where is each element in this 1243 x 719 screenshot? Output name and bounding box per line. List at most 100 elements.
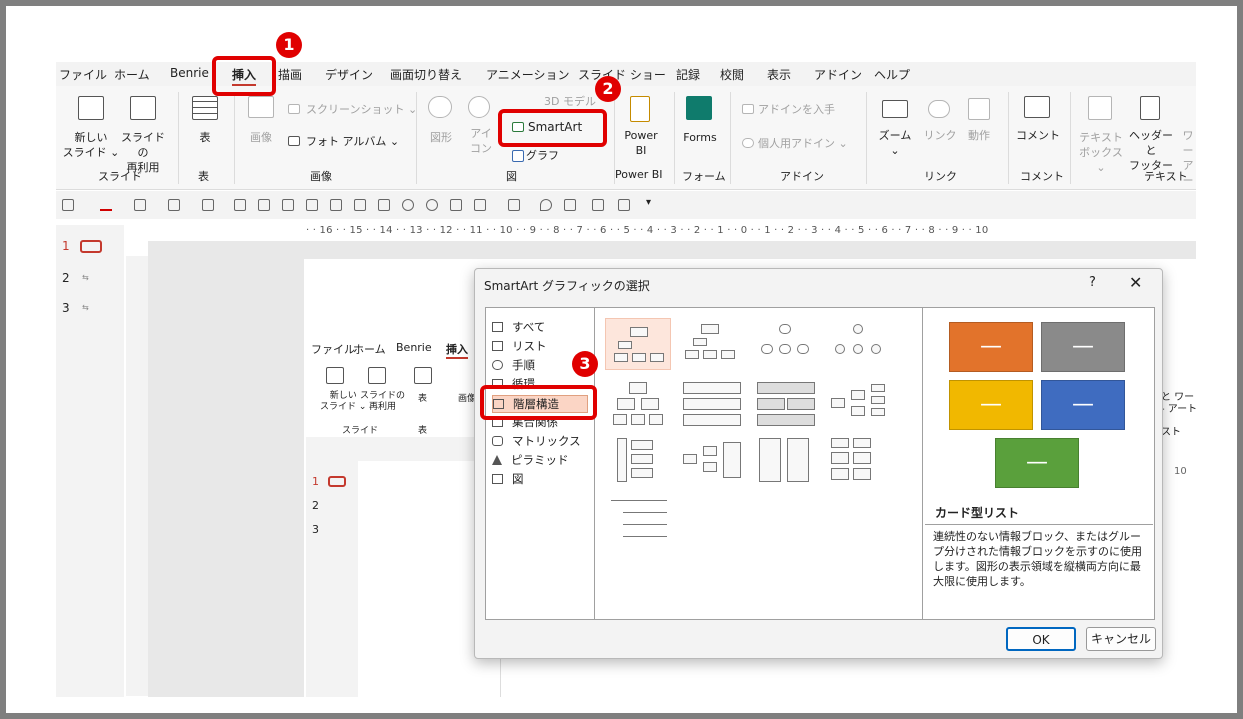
distribute-v-icon[interactable] (618, 199, 630, 211)
shape-button[interactable]: 図形 (428, 130, 454, 145)
drawing-toolbar: ▾ (56, 191, 1196, 219)
zoom-button[interactable]: ズーム ⌄ (876, 128, 914, 158)
shape-icon (428, 96, 452, 118)
nested-menu-file: ファイル (311, 343, 355, 356)
align-left-icon[interactable] (306, 199, 318, 211)
image-button[interactable]: 画像 (246, 130, 276, 145)
screenshot-frame: ファイル ホーム Benrie 挿入 描画 デザイン 画面切り替え アニメーショ… (0, 0, 1243, 719)
nested-new-slide-icon (326, 367, 344, 384)
highlight-icon[interactable] (134, 199, 146, 211)
distribute-icon[interactable] (450, 199, 462, 211)
comment-button[interactable]: コメント (1016, 128, 1060, 143)
toolbar-more-icon[interactable]: ▾ (646, 197, 658, 209)
nested-table: 表 (418, 394, 428, 404)
step-badge-2: 2 (595, 76, 621, 102)
slide-thumbnail-pane: 1 2 ⇆ 3 ⇆ (56, 225, 124, 697)
outline-icon[interactable] (168, 199, 180, 211)
category-pyramid[interactable]: ピラミッド (492, 452, 588, 470)
menu-addin[interactable]: アドイン (814, 66, 862, 83)
layout-card-list[interactable] (827, 434, 893, 486)
oval-icon[interactable] (402, 199, 414, 211)
category-matrix[interactable]: マトリックス (492, 433, 588, 451)
header-footer-button[interactable]: ヘッダーと フッター (1126, 128, 1176, 173)
layout-name-title-org[interactable] (679, 318, 745, 370)
layout-circle-picture-hierarchy[interactable] (827, 318, 893, 370)
chart-button[interactable]: グラフ (526, 148, 559, 163)
layout-hierarchy-list[interactable] (605, 434, 671, 486)
menu-file[interactable]: ファイル (59, 66, 107, 83)
icon-insert-button[interactable]: アイ コン (470, 126, 492, 156)
category-picture[interactable]: 図 (492, 471, 588, 489)
shape-fill-icon[interactable] (62, 199, 74, 211)
action-star-icon (968, 98, 990, 120)
nested-toolbar (306, 437, 501, 461)
align-top-icon[interactable] (330, 199, 342, 211)
forms-button[interactable]: Forms (682, 130, 718, 145)
eraser-icon[interactable] (474, 199, 486, 211)
new-slide-button[interactable]: 新しい スライド ⌄ (62, 130, 120, 160)
menu-draw[interactable]: 描画 (278, 66, 302, 83)
close-button[interactable]: ✕ (1129, 273, 1142, 292)
screenshot-button[interactable]: スクリーンショット ⌄ (306, 102, 417, 117)
menu-animations[interactable]: アニメーション (486, 66, 570, 83)
menu-view[interactable]: 表示 (767, 66, 791, 83)
table-button[interactable]: 表 (192, 130, 218, 145)
preview-description: 連続性のない情報ブロック、またはグループ分けされた情報ブロックを示すのに使用しま… (925, 524, 1153, 619)
layout-hierarchy[interactable] (605, 378, 671, 430)
action-button[interactable]: 動作 (964, 128, 994, 143)
line-style-icon[interactable] (202, 199, 214, 211)
layout-half-circle-org[interactable] (753, 318, 819, 370)
link-button[interactable]: リンク (922, 128, 958, 143)
shape-effect-icon[interactable] (426, 199, 438, 211)
menu-review[interactable]: 校閲 (720, 66, 744, 83)
ribbon-divider (866, 92, 867, 184)
layout-horizontal-org[interactable] (679, 434, 745, 486)
highlight-insert-tab (212, 56, 276, 96)
textbox-button[interactable]: テキスト ボックス ⌄ (1076, 130, 1126, 175)
menu-record[interactable]: 記録 (676, 66, 700, 83)
menu-design[interactable]: デザイン (325, 66, 373, 83)
group-addin-label: アドイン (780, 170, 824, 183)
layout-org-chart[interactable] (605, 318, 671, 370)
layout-horizontal-hierarchy[interactable] (827, 378, 893, 430)
ok-button[interactable]: OK (1006, 627, 1076, 651)
photo-album-button[interactable]: フォト アルバム ⌄ (306, 134, 399, 149)
comment-small-icon[interactable] (540, 199, 552, 211)
layout-architecture[interactable] (753, 434, 819, 486)
menu-transitions[interactable]: 画面切り替え (390, 66, 462, 83)
format-painter-icon[interactable] (234, 199, 246, 211)
layout-lined-list[interactable] (605, 492, 671, 544)
list-icon (492, 341, 503, 351)
zoom-icon (882, 100, 908, 118)
arrange-icon[interactable] (258, 199, 270, 211)
menu-help[interactable]: ヘルプ (874, 66, 910, 83)
distribute-h-icon[interactable] (592, 199, 604, 211)
menu-slideshow[interactable]: スライド ショー (578, 66, 666, 83)
get-addin-button[interactable]: アドインを入手 (758, 102, 835, 117)
category-list-item[interactable]: リスト (492, 338, 588, 356)
align-text-left-icon[interactable] (354, 199, 366, 211)
image-icon (248, 96, 274, 118)
model3d-button[interactable]: 3D モデル (544, 94, 596, 109)
help-button[interactable]: ? (1089, 275, 1096, 290)
layout-labeled-hierarchy[interactable] (679, 378, 745, 430)
menu-home[interactable]: ホーム (114, 66, 150, 83)
dialog-title: SmartArt グラフィックの選択 (484, 279, 650, 293)
personal-addin-button[interactable]: 個人用アドイン ⌄ (758, 136, 848, 151)
preview-title: カード型リスト (935, 506, 1020, 520)
image-format-icon[interactable] (508, 199, 520, 211)
slide-thumbnail[interactable] (80, 240, 102, 253)
align-text-center-icon[interactable] (378, 199, 390, 211)
align-center-icon[interactable] (564, 199, 576, 211)
slide-thumbnail-icon[interactable]: ⇆ (82, 303, 89, 312)
slide-thumbnail-icon[interactable]: ⇆ (82, 273, 89, 282)
powerbi-button[interactable]: Power BI (622, 128, 660, 158)
preview-shape: — (1041, 322, 1125, 372)
layout-table-hierarchy[interactable] (753, 378, 819, 430)
group-icon[interactable] (282, 199, 294, 211)
cancel-button[interactable]: キャンセル (1086, 627, 1156, 651)
menu-benrie[interactable]: Benrie (170, 66, 209, 80)
font-color-icon[interactable] (100, 199, 112, 211)
category-all[interactable]: すべて (492, 319, 588, 337)
icon-insert-icon (468, 96, 490, 118)
